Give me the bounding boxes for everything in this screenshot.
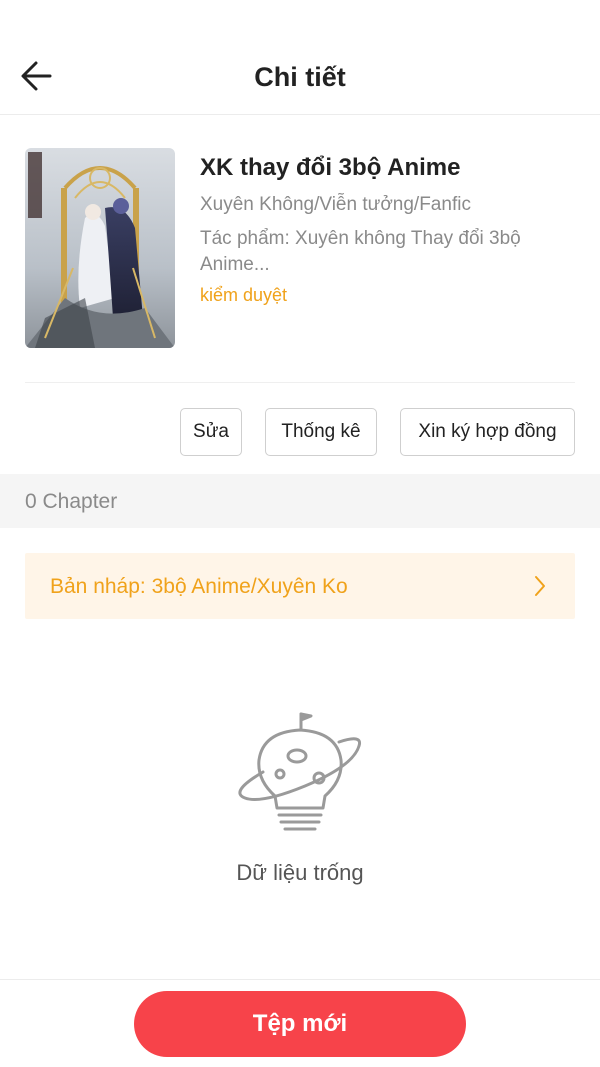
status-badge: kiểm duyệt bbox=[200, 285, 288, 305]
chevron-right-icon bbox=[535, 576, 545, 596]
book-info: XK thay đổi 3bộ Anime Xuyên Không/Viễn t… bbox=[25, 148, 575, 348]
book-cover[interactable] bbox=[25, 148, 175, 348]
page-title: Chi tiết bbox=[254, 62, 346, 92]
lightbulb-planet-icon bbox=[238, 712, 362, 831]
bottom-bar: Tệp mới bbox=[0, 979, 600, 1067]
divider bbox=[25, 382, 575, 383]
book-title: XK thay đổi 3bộ Anime bbox=[200, 154, 461, 181]
request-contract-button[interactable]: Xin ký hợp đồng bbox=[400, 408, 575, 456]
stats-button[interactable]: Thống kê bbox=[265, 408, 377, 456]
top-bar: Chi tiết bbox=[0, 0, 600, 115]
chapter-count-bar: 0 Chapter bbox=[0, 474, 600, 528]
action-buttons: Sửa Thống kê Xin ký hợp đồng bbox=[180, 408, 575, 456]
chapter-count: 0 Chapter bbox=[25, 490, 118, 513]
book-genre: Xuyên Không/Viễn tưởng/Fanfic bbox=[200, 194, 471, 215]
edit-button[interactable]: Sửa bbox=[180, 408, 242, 456]
draft-label: Bản nháp: 3bộ Anime/Xuyên Ko bbox=[50, 575, 348, 598]
empty-state-text: Dữ liệu trống bbox=[236, 860, 364, 885]
draft-item[interactable]: Bản nháp: 3bộ Anime/Xuyên Ko bbox=[25, 553, 575, 619]
cover-illustration bbox=[25, 148, 175, 348]
book-description: Tác phẩm: Xuyên không Thay đổi 3bộ Anime… bbox=[200, 228, 521, 275]
new-file-button[interactable]: Tệp mới bbox=[134, 991, 466, 1057]
